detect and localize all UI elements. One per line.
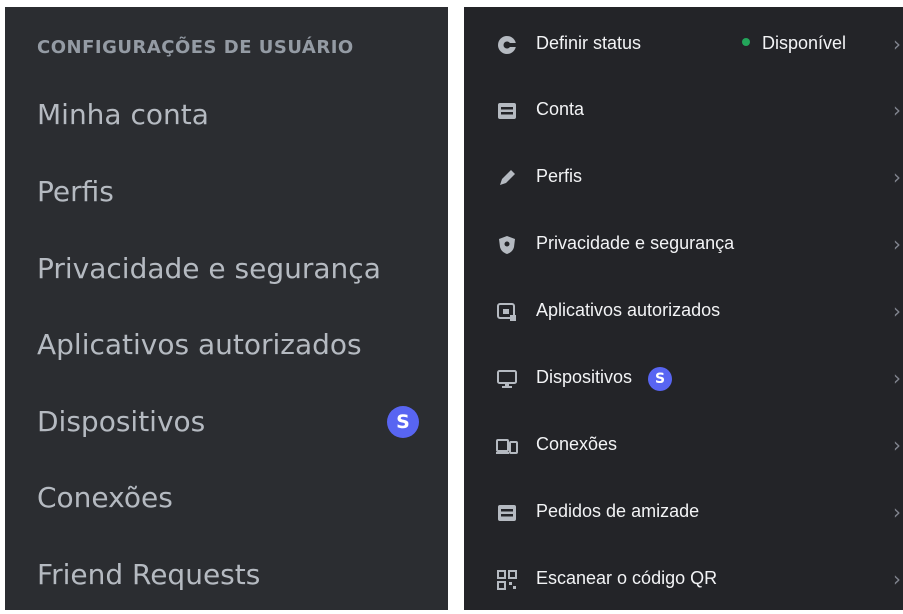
account-card-icon xyxy=(496,100,518,122)
settings-row-label: Pedidos de amizade xyxy=(536,501,700,521)
sidebar-item-label: Dispositivos xyxy=(37,405,206,438)
sidebar-item-label: Minha conta xyxy=(37,98,209,131)
settings-row-pedidos-amizade[interactable]: Pedidos de amizade › xyxy=(464,481,903,547)
settings-row-conta[interactable]: Conta › xyxy=(464,79,903,145)
nitro-badge: S xyxy=(387,406,419,438)
sidebar-item-friend-requests[interactable]: Friend Requests xyxy=(37,550,427,600)
mobile-settings-list: Definir status Disponível › Conta › Perf… xyxy=(464,7,903,610)
settings-row-label: Definir status xyxy=(536,33,642,53)
sidebar-item-minha-conta[interactable]: Minha conta xyxy=(37,90,427,140)
settings-row-privacidade[interactable]: Privacidade e segurança › xyxy=(464,213,903,279)
settings-row-label: Aplicativos autorizados xyxy=(536,300,721,320)
chevron-right-icon: › xyxy=(893,299,901,323)
settings-row-qr-code[interactable]: Escanear o código QR › xyxy=(464,548,903,614)
sidebar-item-dispositivos[interactable]: Dispositivos S xyxy=(37,397,427,447)
sidebar-section-header: CONFIGURAÇÕES DE USUÁRIO xyxy=(37,37,354,58)
online-dot-icon xyxy=(742,38,750,47)
chevron-right-icon: › xyxy=(893,366,901,390)
chevron-right-icon: › xyxy=(893,567,901,591)
status-icon xyxy=(496,34,518,56)
settings-row-label: Conexões xyxy=(536,434,618,454)
chevron-right-icon: › xyxy=(893,232,901,256)
settings-row-dispositivos[interactable]: Dispositivos S › xyxy=(464,347,903,413)
pencil-icon xyxy=(496,167,518,189)
chevron-right-icon: › xyxy=(893,433,901,457)
sidebar-item-label: Perfis xyxy=(37,175,114,208)
sidebar-item-perfis[interactable]: Perfis xyxy=(37,167,427,217)
friend-requests-icon xyxy=(496,502,518,524)
shield-icon xyxy=(496,234,518,256)
monitor-icon xyxy=(496,368,518,390)
sidebar-item-label: Aplicativos autorizados xyxy=(37,328,362,361)
chevron-right-icon: › xyxy=(893,500,901,524)
nitro-badge: S xyxy=(648,367,672,391)
settings-row-label: Perfis xyxy=(536,166,583,186)
chevron-right-icon: › xyxy=(893,165,901,189)
desktop-settings-sidebar: CONFIGURAÇÕES DE USUÁRIO Minha conta Per… xyxy=(5,7,448,610)
authorized-apps-icon xyxy=(496,301,518,323)
sidebar-item-aplicativos[interactable]: Aplicativos autorizados xyxy=(37,320,427,370)
status-text: Disponível xyxy=(762,33,847,53)
settings-row-label: Conta xyxy=(536,99,585,119)
sidebar-item-privacidade[interactable]: Privacidade e segurança xyxy=(37,244,427,294)
sidebar-item-conexoes[interactable]: Conexões xyxy=(37,473,427,523)
settings-row-definir-status[interactable]: Definir status Disponível › xyxy=(464,13,903,79)
settings-row-conexoes[interactable]: Conexões › xyxy=(464,414,903,480)
status-indicator: Disponível xyxy=(742,33,846,54)
connections-icon xyxy=(496,435,518,457)
sidebar-item-label: Privacidade e segurança xyxy=(37,252,381,285)
settings-row-aplicativos[interactable]: Aplicativos autorizados › xyxy=(464,280,903,346)
settings-row-label: Dispositivos xyxy=(536,367,633,387)
sidebar-item-label: Conexões xyxy=(37,481,173,514)
settings-row-label: Privacidade e segurança xyxy=(536,233,735,253)
settings-row-label: Escanear o código QR xyxy=(536,568,718,588)
sidebar-item-label: Friend Requests xyxy=(37,558,261,591)
settings-row-perfis[interactable]: Perfis › xyxy=(464,146,903,212)
chevron-right-icon: › xyxy=(893,32,901,56)
chevron-right-icon: › xyxy=(893,98,901,122)
qr-code-icon xyxy=(496,569,518,591)
